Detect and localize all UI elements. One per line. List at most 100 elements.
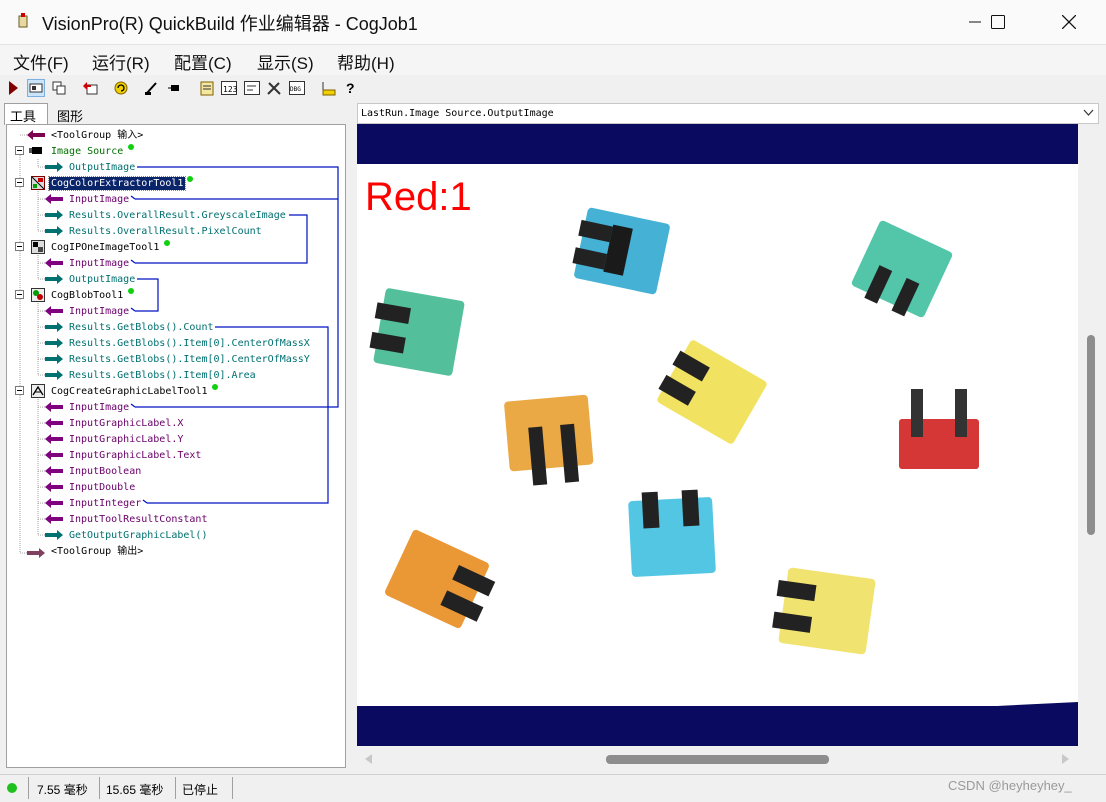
label-input-text[interactable]: InputGraphicLabel.Text bbox=[69, 449, 201, 462]
status-time-1: 7.55 毫秒 bbox=[37, 783, 88, 797]
image-source-output[interactable]: OutputImage bbox=[69, 161, 135, 174]
input-arrow-icon bbox=[45, 418, 63, 428]
menu-display[interactable]: 显示(S) bbox=[257, 49, 314, 74]
clipboard-icon bbox=[200, 81, 214, 96]
input-arrow-icon bbox=[27, 130, 45, 140]
output-arrow-icon bbox=[27, 548, 45, 558]
svg-text:123: 123 bbox=[223, 85, 237, 94]
input-arrow-icon bbox=[45, 434, 63, 444]
debug-button[interactable]: DBG bbox=[288, 79, 306, 97]
output-arrow-icon bbox=[45, 226, 63, 236]
numbers-icon: 123 bbox=[221, 81, 237, 95]
show-image-button[interactable] bbox=[27, 79, 45, 97]
expander-image-source[interactable] bbox=[15, 146, 24, 155]
refresh-button[interactable] bbox=[112, 79, 130, 97]
tool-color-extractor[interactable]: CogColorExtractorTool1 bbox=[47, 176, 187, 191]
blob-tool-input[interactable]: InputImage bbox=[69, 305, 129, 318]
menu-config[interactable]: 配置(C) bbox=[174, 49, 232, 74]
vertical-scrollbar[interactable] bbox=[1080, 124, 1100, 746]
label-input-result-constant[interactable]: InputToolResultConstant bbox=[69, 513, 207, 526]
label-output-graphic[interactable]: GetOutputGraphicLabel() bbox=[69, 529, 207, 542]
ip-tool-output[interactable]: OutputImage bbox=[69, 273, 135, 286]
color-extractor-icon bbox=[31, 176, 45, 190]
window-title: VisionPro(R) QuickBuild 作业编辑器 - CogJob1 bbox=[42, 14, 418, 34]
image-selector-value: LastRun.Image Source.OutputImage bbox=[361, 108, 554, 119]
numbers-button[interactable]: 123 bbox=[220, 79, 238, 97]
label-input-y[interactable]: InputGraphicLabel.Y bbox=[69, 433, 183, 446]
expander-label-tool[interactable] bbox=[15, 386, 24, 395]
menu-file[interactable]: 文件(F) bbox=[13, 49, 69, 74]
tool-ip-one-image[interactable]: CogIPOneImageTool1 bbox=[51, 241, 159, 254]
horizontal-scrollbar[interactable] bbox=[357, 748, 1078, 770]
label-input-image[interactable]: InputImage bbox=[69, 401, 129, 414]
vertical-scroll-thumb[interactable] bbox=[1087, 335, 1095, 535]
expander-blob-tool[interactable] bbox=[15, 290, 24, 299]
image-selector[interactable]: LastRun.Image Source.OutputImage bbox=[357, 103, 1099, 124]
horizontal-scroll-thumb[interactable] bbox=[606, 755, 829, 764]
input-arrow-icon bbox=[45, 258, 63, 268]
image-display[interactable]: Red:1 bbox=[357, 124, 1078, 746]
run-button[interactable] bbox=[4, 79, 22, 97]
tool-image-source[interactable]: Image Source bbox=[51, 145, 123, 158]
menu-help[interactable]: 帮助(H) bbox=[337, 49, 395, 74]
label-input-integer[interactable]: InputInteger bbox=[69, 497, 141, 510]
output-arrow-icon bbox=[45, 338, 63, 348]
windows-icon bbox=[52, 81, 66, 95]
tab-tools[interactable]: 工具 bbox=[10, 106, 36, 125]
status-divider bbox=[99, 777, 100, 799]
blob-output-centery[interactable]: Results.GetBlobs().Item[0].CenterOfMassY bbox=[69, 353, 310, 366]
scroll-right-icon[interactable] bbox=[1062, 754, 1070, 764]
blob-output-count[interactable]: Results.GetBlobs().Count bbox=[69, 321, 214, 334]
add-tool-button[interactable] bbox=[81, 79, 99, 97]
label-input-x[interactable]: InputGraphicLabel.X bbox=[69, 417, 183, 430]
tool-group-input[interactable]: <ToolGroup 输入> bbox=[51, 129, 143, 142]
watermark: CSDN @heyheyhey_ bbox=[948, 778, 1072, 793]
measure-icon bbox=[322, 82, 336, 96]
help-button[interactable]: ? bbox=[342, 79, 360, 97]
refresh-icon bbox=[114, 81, 128, 95]
expander-ip-tool[interactable] bbox=[15, 242, 24, 251]
ip-tool-input[interactable]: InputImage bbox=[69, 257, 129, 270]
input-arrow-icon bbox=[45, 306, 63, 316]
color-tool-input[interactable]: InputImage bbox=[69, 193, 129, 206]
color-tool-output-greyscale[interactable]: Results.OverallResult.GreyscaleImage bbox=[69, 209, 286, 222]
blob-output-centerx[interactable]: Results.GetBlobs().Item[0].CenterOfMassX bbox=[69, 337, 310, 350]
output-arrow-icon bbox=[45, 274, 63, 284]
label-input-double[interactable]: InputDouble bbox=[69, 481, 135, 494]
scroll-left-icon[interactable] bbox=[365, 754, 373, 764]
close-button[interactable] bbox=[1046, 0, 1092, 44]
output-arrow-icon bbox=[45, 322, 63, 332]
label-input-boolean[interactable]: InputBoolean bbox=[69, 465, 141, 478]
connector-button[interactable] bbox=[166, 79, 184, 97]
status-bar: 7.55 毫秒 15.65 毫秒 已停止 bbox=[0, 774, 1106, 802]
edit-button[interactable] bbox=[143, 79, 161, 97]
view-button[interactable] bbox=[50, 79, 68, 97]
tool-tree[interactable]: <ToolGroup 输入> Image Source OutputImage … bbox=[6, 124, 346, 768]
status-divider bbox=[175, 777, 176, 799]
measure-button[interactable] bbox=[319, 79, 337, 97]
status-time-2: 15.65 毫秒 bbox=[106, 783, 164, 797]
app-icon bbox=[18, 13, 28, 28]
tool-blob[interactable]: CogBlobTool1 bbox=[51, 289, 123, 302]
status-led bbox=[7, 783, 17, 793]
title-bar: VisionPro(R) QuickBuild 作业编辑器 - CogJob1 bbox=[0, 0, 1106, 45]
blob-output-area[interactable]: Results.GetBlobs().Item[0].Area bbox=[69, 369, 256, 382]
tools-button[interactable] bbox=[265, 79, 283, 97]
menu-run[interactable]: 运行(R) bbox=[92, 49, 150, 74]
terminal-button[interactable] bbox=[243, 79, 261, 97]
input-arrow-icon bbox=[45, 194, 63, 204]
add-tool-icon bbox=[83, 82, 98, 95]
results-button[interactable] bbox=[198, 79, 216, 97]
expander-color-tool[interactable] bbox=[15, 178, 24, 187]
status-dot bbox=[212, 384, 218, 390]
tool-create-graphic-label[interactable]: CogCreateGraphicLabelTool1 bbox=[51, 385, 208, 398]
tab-graphics[interactable]: 图形 bbox=[57, 106, 83, 125]
image-icon bbox=[29, 83, 43, 93]
status-dot bbox=[128, 144, 134, 150]
status-divider bbox=[232, 777, 233, 799]
close-icon bbox=[1062, 15, 1076, 29]
tool-group-output[interactable]: <ToolGroup 输出> bbox=[51, 545, 143, 558]
color-tool-output-pixelcount[interactable]: Results.OverallResult.PixelCount bbox=[69, 225, 262, 238]
maximize-button[interactable] bbox=[975, 0, 1021, 44]
status-state: 已停止 bbox=[182, 783, 219, 797]
